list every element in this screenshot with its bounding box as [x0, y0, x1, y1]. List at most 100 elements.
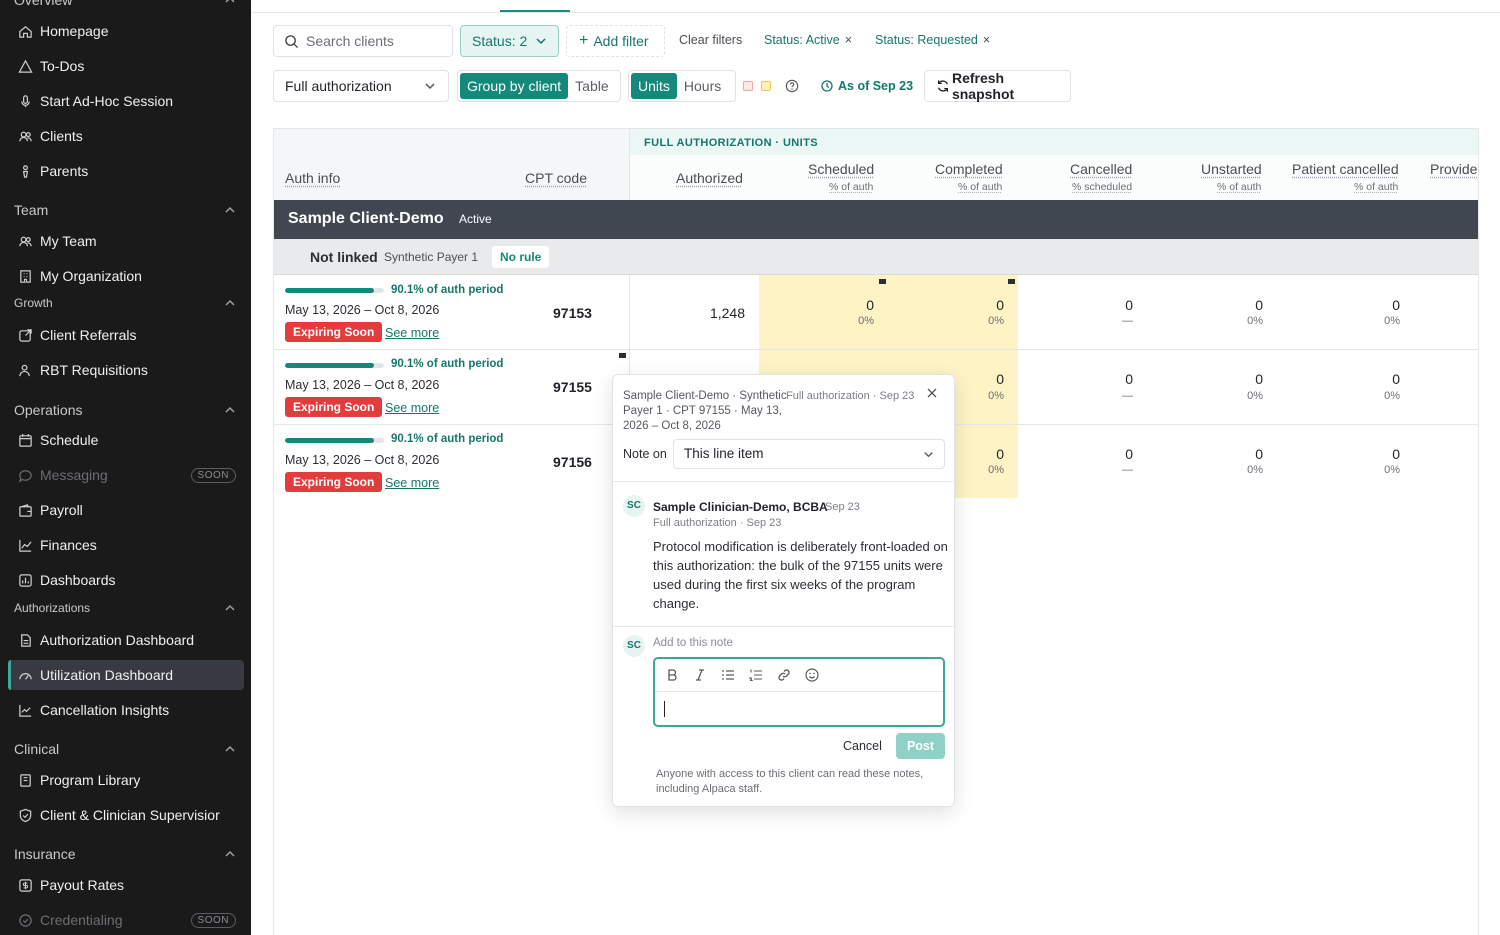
sidebar-item-payroll[interactable]: Payroll — [8, 495, 244, 525]
note-on-select[interactable]: This line item — [673, 439, 945, 469]
note-flag-icon[interactable] — [1008, 279, 1015, 284]
sidebar-item-my-team[interactable]: My Team — [8, 226, 244, 256]
unstarted-value[interactable]: 0 — [1203, 371, 1263, 387]
unstarted-percent: 0% — [1247, 315, 1263, 327]
note-editor[interactable] — [653, 657, 945, 727]
filter-chip-active[interactable]: Status: Active × — [764, 33, 852, 47]
table-option[interactable]: Table — [568, 73, 615, 99]
completed-value[interactable]: 0 — [944, 297, 1004, 313]
unstarted-value[interactable]: 0 — [1203, 297, 1263, 313]
column-header-unstarted[interactable]: Unstarted — [1201, 161, 1262, 177]
column-header-scheduled[interactable]: Scheduled — [808, 161, 874, 177]
help-icon[interactable] — [785, 79, 799, 93]
auth-period-percent: 90.1% of auth period — [391, 433, 504, 445]
cancelled-value[interactable]: 0 — [1073, 371, 1133, 387]
add-filter-button[interactable]: + Add filter — [566, 25, 665, 57]
emoji-icon[interactable] — [805, 668, 819, 682]
sidebar-item-todos[interactable]: To-Dos — [8, 51, 244, 81]
sidebar-item-clients[interactable]: Clients — [8, 121, 244, 151]
see-more-link[interactable]: See more — [385, 476, 439, 490]
sidebar-item-label: Dashboards — [40, 572, 116, 588]
sidebar-item-label: Schedule — [40, 432, 99, 448]
bold-icon[interactable] — [665, 668, 679, 682]
scheduled-value[interactable]: 0 — [814, 297, 874, 313]
cpt-code: 97153 — [553, 305, 592, 321]
column-header-patient-cancelled[interactable]: Patient cancelled — [1292, 161, 1399, 177]
sidebar-item-label: Homepage — [40, 23, 109, 39]
close-icon[interactable] — [926, 387, 938, 399]
sidebar-item-label: Credentialing — [40, 912, 123, 928]
column-subheader-completed: % of auth — [958, 181, 1003, 193]
client-status: Active — [459, 212, 492, 226]
status-filter-button[interactable]: Status: 2 — [460, 25, 559, 57]
sidebar-item-cancellation-insights[interactable]: Cancellation Insights — [8, 695, 244, 725]
column-header-cancelled[interactable]: Cancelled — [1070, 161, 1132, 177]
client-group-header[interactable] — [274, 200, 1478, 239]
cancelled-value[interactable]: 0 — [1073, 297, 1133, 313]
unstarted-value[interactable]: 0 — [1203, 446, 1263, 462]
numbered-list-icon[interactable] — [749, 668, 763, 682]
hours-option[interactable]: Hours — [677, 73, 728, 99]
section-team[interactable]: Team — [14, 202, 237, 218]
sidebar-item-label: Authorization Dashboard — [40, 632, 195, 648]
section-growth[interactable]: Growth — [14, 296, 237, 310]
group-by-client-option[interactable]: Group by client — [460, 73, 569, 99]
column-header-provider[interactable]: Provide — [1430, 161, 1477, 177]
section-overview[interactable]: Overview — [14, 0, 237, 8]
line-chart-icon — [19, 539, 32, 552]
sidebar-item-rbt-requisitions[interactable]: RBT Requisitions — [8, 355, 244, 385]
patient-cancelled-value[interactable]: 0 — [1340, 446, 1400, 462]
sidebar-item-my-organization[interactable]: My Organization — [8, 261, 244, 291]
patient-cancelled-value[interactable]: 0 — [1340, 371, 1400, 387]
note-author: Sample Clinician-Demo, BCBA — [653, 500, 828, 514]
close-icon[interactable]: × — [845, 33, 852, 47]
auth-period-percent: 90.1% of auth period — [391, 358, 504, 370]
sidebar-item-homepage[interactable]: Homepage — [8, 16, 244, 46]
filter-chip-requested[interactable]: Status: Requested × — [875, 33, 990, 47]
note-visibility-disclaimer: Anyone with access to this client can re… — [656, 768, 924, 795]
sidebar-item-authorization-dashboard[interactable]: Authorization Dashboard — [8, 625, 244, 655]
post-button[interactable]: Post — [896, 733, 945, 759]
payer-rule-badge[interactable]: No rule — [492, 246, 550, 268]
sidebar-item-dashboards[interactable]: Dashboards — [8, 565, 244, 595]
authorization-select[interactable]: Full authorization — [273, 70, 449, 102]
section-clinical[interactable]: Clinical — [14, 741, 237, 757]
section-operations[interactable]: Operations — [14, 402, 237, 418]
row-divider — [274, 349, 1478, 350]
refresh-snapshot-button[interactable]: Refresh snapshot — [924, 70, 1071, 102]
sidebar-item-program-library[interactable]: Program Library — [8, 765, 244, 795]
column-subheader-cancelled: % scheduled — [1072, 181, 1133, 193]
plus-icon: + — [579, 32, 589, 49]
section-insurance[interactable]: Insurance — [14, 846, 237, 862]
chat-bubble-icon — [18, 469, 32, 482]
sidebar-item-finances[interactable]: Finances — [8, 530, 244, 560]
column-header-completed[interactable]: Completed — [935, 161, 1003, 177]
cancelled-value[interactable]: 0 — [1073, 446, 1133, 462]
bullet-list-icon[interactable] — [721, 668, 735, 682]
clear-filters-button[interactable]: Clear filters — [679, 33, 742, 47]
units-option[interactable]: Units — [631, 73, 677, 99]
sidebar-item-schedule[interactable]: Schedule — [8, 425, 244, 455]
sidebar-item-label: Finances — [40, 537, 97, 553]
sidebar-item-start-adhoc-session[interactable]: Start Ad-Hoc Session — [8, 86, 244, 116]
sidebar-item-client-clinician-supervision[interactable]: Client & Clinician Supervisior — [8, 800, 244, 830]
sidebar-item-payout-rates[interactable]: Payout Rates — [8, 870, 244, 900]
note-flag-icon[interactable] — [619, 353, 626, 358]
search-input[interactable]: Search clients — [273, 25, 453, 57]
section-authorizations[interactable]: Authorizations — [14, 601, 237, 615]
column-header-auth-info[interactable]: Auth info — [285, 170, 340, 186]
see-more-link[interactable]: See more — [385, 326, 439, 340]
sidebar-item-client-referrals[interactable]: Client Referrals — [8, 320, 244, 350]
column-header-cpt-code[interactable]: CPT code — [525, 170, 587, 186]
link-icon[interactable] — [777, 668, 791, 682]
note-flag-icon[interactable] — [879, 279, 886, 284]
italic-icon[interactable] — [693, 668, 707, 682]
see-more-link[interactable]: See more — [385, 401, 439, 415]
column-header-authorized[interactable]: Authorized — [676, 170, 743, 186]
cancel-button[interactable]: Cancel — [843, 739, 882, 753]
add-filter-label: Add filter — [593, 33, 649, 49]
patient-cancelled-value[interactable]: 0 — [1340, 297, 1400, 313]
sidebar-item-utilization-dashboard[interactable]: Utilization Dashboard — [8, 660, 244, 690]
close-icon[interactable]: × — [983, 33, 990, 47]
sidebar-item-parents[interactable]: Parents — [8, 156, 244, 186]
